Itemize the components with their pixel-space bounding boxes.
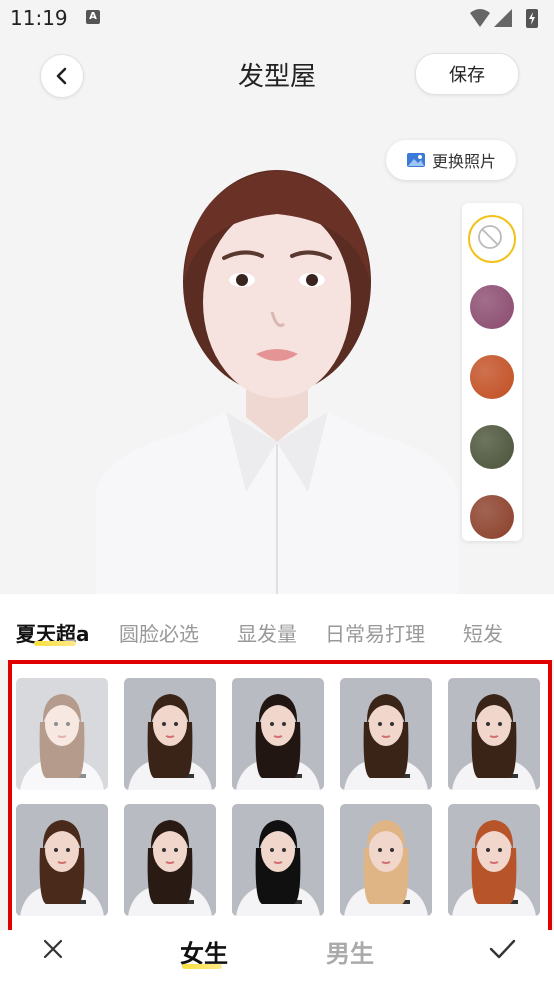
- tab-indicator: [34, 641, 76, 646]
- hairstyle-thumb-black-bob-bangs[interactable]: [232, 804, 324, 916]
- tab-male[interactable]: 男生: [326, 934, 374, 969]
- notification-icon: A: [86, 10, 100, 24]
- change-photo-button[interactable]: 更换照片: [386, 140, 516, 180]
- confirm-button[interactable]: [488, 938, 516, 964]
- hairstyle-grid: [8, 660, 552, 934]
- hair-color-panel: [462, 203, 522, 541]
- close-icon: [43, 939, 63, 959]
- save-button[interactable]: 保存: [415, 53, 519, 95]
- tab-daily[interactable]: 日常易打理: [325, 618, 425, 647]
- tab-volume[interactable]: 显发量: [237, 618, 297, 647]
- status-time: 11:19: [10, 6, 68, 30]
- color-swatch[interactable]: [470, 425, 514, 469]
- tab-short[interactable]: 短发: [463, 618, 503, 647]
- change-photo-label: 更换照片: [431, 152, 496, 171]
- color-swatch[interactable]: [470, 495, 514, 539]
- no-color-swatch[interactable]: [468, 215, 516, 263]
- color-swatch[interactable]: [470, 285, 514, 329]
- check-icon: [489, 939, 516, 959]
- hairstyle-thumb-half-up-bun[interactable]: [340, 678, 432, 790]
- hairstyle-thumb-straight-long-dark[interactable]: [16, 804, 108, 916]
- status-icons: [468, 7, 544, 33]
- hairstyle-thumb-high-ponytail[interactable]: [124, 804, 216, 916]
- wifi-icon: [470, 9, 490, 27]
- status-bar: 11:19 A: [0, 0, 554, 36]
- hairstyle-thumb-double-buns-red[interactable]: [448, 804, 540, 916]
- category-tabs: 夏天超a 圆脸必选 显发量 日常易打理 短发: [0, 594, 554, 660]
- bottom-bar: 女生 男生: [0, 930, 554, 984]
- color-swatch[interactable]: [470, 355, 514, 399]
- hairstyle-thumb-blonde-bob[interactable]: [340, 804, 432, 916]
- hairstyle-thumb-long-dark-layered[interactable]: [124, 678, 216, 790]
- tab-round-face[interactable]: 圆脸必选: [119, 618, 199, 647]
- portrait-image: [96, 170, 458, 594]
- hairstyle-thumb-long-wavy-brown[interactable]: [16, 678, 108, 790]
- photo-preview: 更换照片: [0, 112, 554, 594]
- signal-icon: [494, 9, 512, 27]
- hairstyle-thumb-straight-bangs[interactable]: [448, 678, 540, 790]
- close-button[interactable]: [42, 938, 64, 964]
- gender-indicator: [182, 964, 222, 969]
- header: 发型屋 保存: [0, 36, 554, 112]
- image-icon: [406, 153, 425, 167]
- none-icon: [478, 225, 502, 249]
- hairstyle-thumb-double-braids[interactable]: [232, 678, 324, 790]
